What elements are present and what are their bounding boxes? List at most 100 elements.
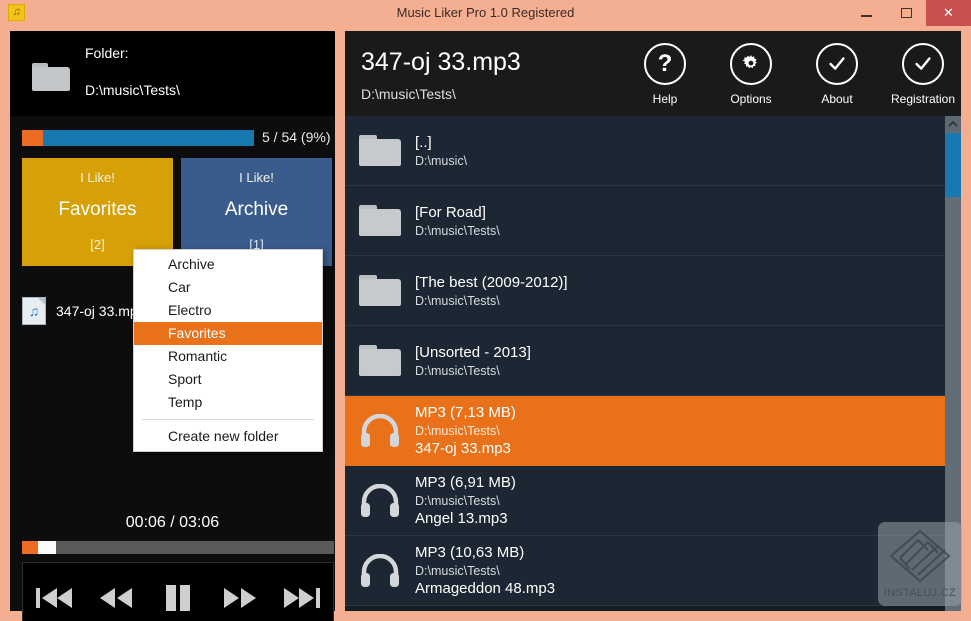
about-button[interactable]: About [807,43,867,106]
scan-progress-done [22,130,43,146]
now-playing-header: 347-oj 33.mp3 D:\music\Tests\ ? Help Opt… [345,31,961,116]
context-menu-item[interactable]: Favorites [134,322,322,345]
file-row-primary: [Unsorted - 2013] [415,344,945,361]
fast-forward-button[interactable] [214,575,266,621]
next-track-button[interactable] [276,575,328,621]
context-menu-item-create-new-folder[interactable]: Create new folder [134,425,322,448]
file-list-row[interactable]: [The best (2009-2012)] D:\music\Tests\ [345,256,945,326]
watermark-text: INSTALUJ.CZ [878,587,962,599]
file-row-primary: MP3 (10,63 MB) [415,544,945,561]
headphones-icon [345,484,415,518]
seek-progress [22,541,38,554]
context-menu-item[interactable]: Archive [134,253,322,276]
minimize-button[interactable] [846,0,886,26]
context-menu-item[interactable]: Temp [134,391,322,414]
check-circle-icon [816,43,858,85]
file-list-row-text: MP3 (7,13 MB) D:\music\Tests\ 347-oj 33.mp… [415,404,945,457]
options-label: Options [730,92,771,106]
watermark: INSTALUJ.CZ [878,522,962,606]
context-menu-item[interactable]: Electro [134,299,322,322]
fast-forward-icon [220,585,260,611]
chevron-up-icon [948,120,958,128]
application-window: ♫ Music Liker Pro 1.0 Registered ✕ Folde… [0,0,971,621]
seek-handle[interactable] [38,541,57,554]
file-list[interactable]: [..] D:\music\ [For Road]D:\music\Tests\ [T… [345,116,961,611]
scroll-up-button[interactable] [945,116,961,132]
previous-track-button[interactable] [28,575,80,621]
headphones-icon [345,554,415,588]
window-controls: ✕ [846,0,971,26]
context-menu-separator [142,419,314,420]
folder-icon [345,345,415,376]
like-name-archive: Archive [225,199,288,221]
file-row-primary: [..] [415,134,945,151]
file-list-row[interactable]: MP3 (10,63 MB) D:\music\Tests\ Armageddon … [345,536,945,606]
registration-button[interactable]: Registration [893,43,953,106]
right-panel: 347-oj 33.mp3 D:\music\Tests\ ? Help Opt… [345,31,961,611]
maximize-icon [901,8,912,18]
like-name-favorites: Favorites [58,199,136,221]
file-list-row-text: [Unsorted - 2013] D:\music\Tests\ [415,344,945,378]
rewind-button[interactable] [90,575,142,621]
file-list-row[interactable]: [For Road]D:\music\Tests\ [345,186,945,256]
file-row-filename: Armageddon 48.mp3 [415,580,945,597]
next-track-icon [282,585,322,611]
close-icon: ✕ [943,5,954,21]
playback-time: 00:06 / 03:06 [10,514,335,532]
file-list-row[interactable]: MP3 (6,91 MB) D:\music\Tests\ Angel 13.mp3 [345,466,945,536]
title-bar: ♫ Music Liker Pro 1.0 Registered ✕ [0,0,971,26]
music-file-icon: ♫ [22,297,46,325]
question-mark-icon: ? [644,43,686,85]
help-button[interactable]: ? Help [635,43,695,106]
context-menu-item[interactable]: Sport [134,368,322,391]
folder-icon [32,63,70,91]
context-menu-item[interactable]: Romantic [134,345,322,368]
instaluj-logo-icon [888,528,952,584]
scan-progress: 5 / 54 (9%) [10,124,335,152]
file-row-primary: MP3 (7,13 MB) [415,404,945,421]
like-prefix-favorites: I Like! [80,170,115,185]
file-row-path: D:\music\ [415,154,945,168]
folder-context-menu: ArchiveCarElectroFavoritesRomanticSportT… [133,249,323,452]
folder-path: D:\music\Tests\ [85,82,180,98]
file-list-row[interactable]: [..] D:\music\ [345,116,945,186]
file-row-path: D:\music\Tests\ [415,564,945,578]
folder-header: Folder: D:\music\Tests\ [10,31,335,116]
scan-progress-bar [22,130,254,146]
maximize-button[interactable] [886,0,926,26]
like-count-favorites: [2] [90,237,104,252]
file-list-row[interactable]: [Unsorted - 2013] D:\music\Tests\ [345,326,945,396]
file-row-path: D:\music\Tests\ [415,364,945,378]
options-button[interactable]: Options [721,43,781,106]
toolbar: ? Help Options [635,43,953,106]
close-button[interactable]: ✕ [926,0,971,26]
folder-icon [345,135,415,166]
file-row-primary: MP3 (6,91 MB) [415,474,945,491]
minimize-icon [861,15,872,17]
file-list-row-text: [For Road]D:\music\Tests\ [415,204,945,238]
seek-bar[interactable] [22,541,334,554]
pause-button[interactable] [152,575,204,621]
help-label: Help [653,92,678,106]
file-row-filename: 347-oj 33.mp3 [415,440,945,457]
file-row-path: D:\music\Tests\ [415,494,945,508]
context-menu-item[interactable]: Car [134,276,322,299]
file-row-filename: Angel 13.mp3 [415,510,945,527]
file-row-path: D:\music\Tests\ [415,424,945,438]
about-label: About [821,92,852,106]
file-row-primary: [The best (2009-2012)] [415,274,945,291]
now-playing-title: 347-oj 33.mp3 [361,48,521,77]
registration-label: Registration [891,92,955,106]
folder-caption: Folder: [85,45,129,61]
pause-icon [161,583,195,613]
window-title: Music Liker Pro 1.0 Registered [0,0,971,26]
file-row-path: D:\music\Tests\ [415,294,945,308]
folder-icon [345,205,415,236]
file-list-row[interactable]: MP3 (7,13 MB) D:\music\Tests\ 347-oj 33.mp… [345,396,945,466]
scrollbar-thumb[interactable] [945,133,961,197]
headphones-icon [345,414,415,448]
file-list-row-text: [..] D:\music\ [415,134,945,168]
previous-track-icon [34,585,74,611]
folder-icon [345,275,415,306]
file-list-row-text: [The best (2009-2012)] D:\music\Tests\ [415,274,945,308]
